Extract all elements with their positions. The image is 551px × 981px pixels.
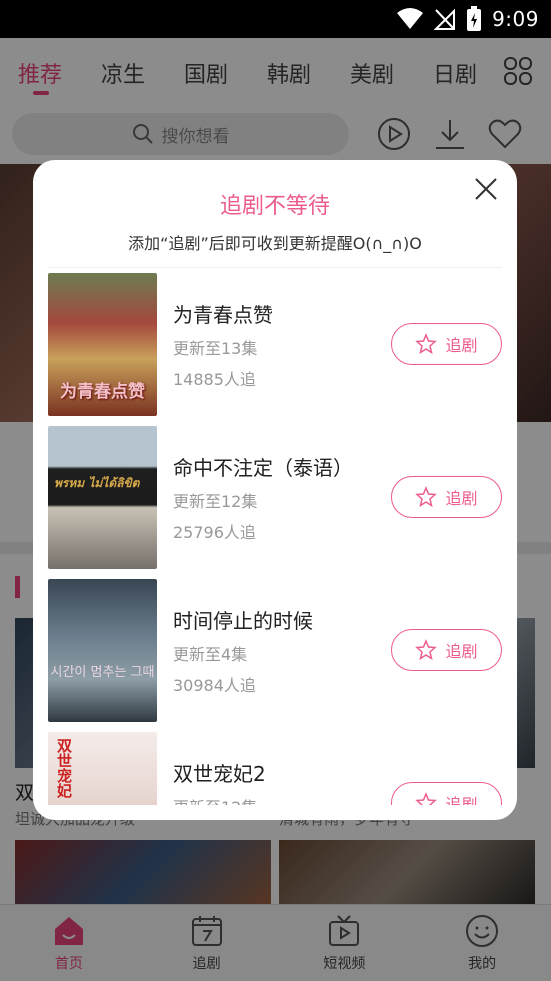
follow-button-label: 追剧	[445, 489, 478, 508]
follow-button-label: 追剧	[445, 642, 478, 661]
dialog-subtitle: 添加“追剧”后即可收到更新提醒O(∩_∩)O	[128, 234, 422, 253]
follow-button[interactable]: 追剧	[391, 782, 502, 805]
drama-poster[interactable]: 双世宠妃	[48, 732, 157, 805]
follow-button-label: 追剧	[445, 795, 478, 805]
status-bar: 9:09	[0, 0, 551, 38]
follower-count: 14885人追	[173, 370, 256, 389]
list-item[interactable]: 双世宠妃 双世宠妃2 更新至12集 追剧	[33, 732, 517, 805]
battery-charging-icon	[467, 6, 482, 31]
update-status: 更新至12集	[173, 492, 258, 511]
drama-poster[interactable]: 시간이 멈추는 그때	[48, 579, 157, 722]
list-item[interactable]: 시간이 멈추는 그때 时间停止的时候 更新至4集 30984人追 追剧	[33, 579, 517, 724]
follower-count: 25796人追	[173, 523, 256, 542]
drama-poster[interactable]: 为青春点赞	[48, 273, 157, 416]
drama-name[interactable]: 为青春点赞	[173, 299, 273, 328]
dialog-title: 追剧不等待	[219, 194, 330, 219]
poster-caption: 시간이 멈추는 그때	[50, 665, 155, 680]
no-signal-icon	[434, 8, 456, 30]
poster-caption: 为青春点赞	[60, 382, 145, 402]
update-status: 更新至4集	[173, 645, 248, 664]
drama-name[interactable]: 时间停止的时候	[173, 605, 313, 634]
follow-drama-dialog: 追剧不等待 添加“追剧”后即可收到更新提醒O(∩_∩)O 为青春点赞 为青春点赞…	[33, 160, 517, 820]
follower-count: 30984人追	[173, 676, 256, 695]
update-status: 更新至12集	[173, 794, 257, 805]
drama-list[interactable]: 为青春点赞 为青春点赞 更新至13集 14885人追 追剧 พรหม ไม่ได…	[33, 273, 517, 805]
follow-button-label: 追剧	[445, 336, 478, 355]
star-add-icon	[415, 639, 438, 661]
wifi-icon	[397, 8, 424, 29]
close-icon[interactable]	[473, 176, 499, 202]
follow-button[interactable]: 追剧	[391, 629, 502, 671]
dialog-divider	[48, 267, 502, 268]
drama-name[interactable]: 命中不注定（泰语）	[173, 452, 353, 481]
star-add-icon	[415, 333, 438, 355]
poster-caption: พรหม ไม่ได้ลิขิต	[54, 476, 140, 490]
list-item[interactable]: พรหม ไม่ได้ลิขิต 命中不注定（泰语） 更新至12集 25796人…	[33, 426, 517, 571]
drama-poster[interactable]: พรหม ไม่ได้ลิขิต	[48, 426, 157, 569]
clock: 9:09	[492, 7, 539, 31]
star-add-icon	[415, 486, 438, 508]
follow-button[interactable]: 追剧	[391, 323, 502, 365]
star-add-icon	[415, 792, 438, 805]
follow-button[interactable]: 追剧	[391, 476, 502, 518]
list-item[interactable]: 为青春点赞 为青春点赞 更新至13集 14885人追 追剧	[33, 273, 517, 418]
update-status: 更新至13集	[173, 339, 258, 358]
drama-name[interactable]: 双世宠妃2	[173, 758, 266, 787]
poster-caption: 双世宠妃	[55, 738, 73, 798]
